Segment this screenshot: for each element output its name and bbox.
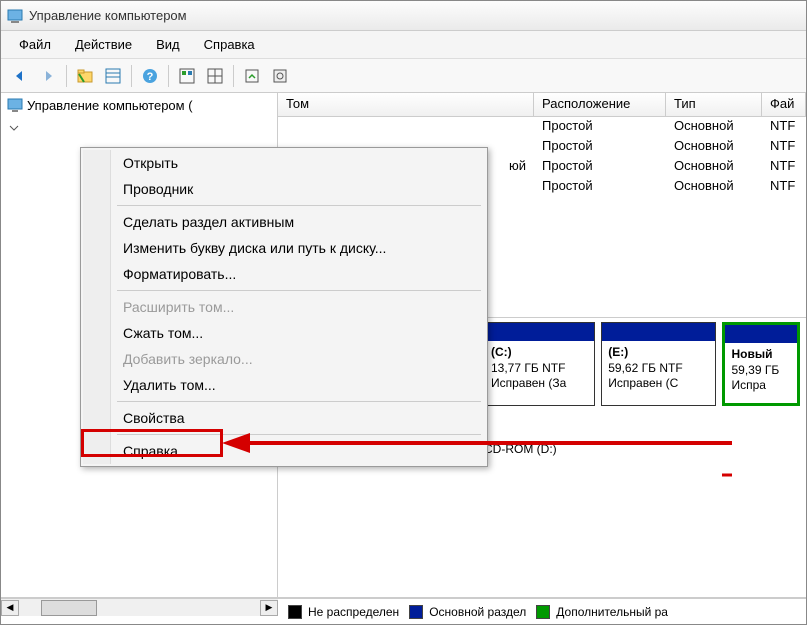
- partition-status: Исправен (С: [608, 376, 709, 392]
- scroll-right-button[interactable]: ▶: [260, 600, 278, 616]
- menu-shrink[interactable]: Сжать том...: [83, 320, 485, 346]
- legend-primary: Основной раздел: [409, 605, 526, 619]
- menu-view[interactable]: Вид: [146, 34, 190, 55]
- separator: [233, 65, 234, 87]
- col-volume[interactable]: Том: [278, 93, 534, 116]
- menu-explorer[interactable]: Проводник: [83, 176, 485, 202]
- partition-e[interactable]: (E:) 59,62 ГБ NTF Исправен (С: [601, 322, 716, 406]
- toolbar: ?: [1, 59, 806, 93]
- tree-root-node[interactable]: Управление компьютером (: [1, 93, 277, 117]
- menu-separator: [117, 401, 481, 402]
- menu-separator: [117, 205, 481, 206]
- menu-properties[interactable]: Свойства: [83, 405, 485, 431]
- help-button[interactable]: ?: [137, 63, 163, 89]
- menu-separator: [117, 434, 481, 435]
- tile-view-button[interactable]: [202, 63, 228, 89]
- forward-button[interactable]: [35, 63, 61, 89]
- computer-icon: [7, 97, 23, 113]
- titlebar[interactable]: Управление компьютером: [1, 1, 806, 31]
- partition-size: 13,77 ГБ NTF: [491, 361, 588, 377]
- legend-swatch-green: [536, 605, 550, 619]
- tree-expander[interactable]: [9, 121, 19, 131]
- separator: [66, 65, 67, 87]
- tree-horizontal-scrollbar[interactable]: ◀ ▶: [1, 598, 278, 616]
- list-item[interactable]: Простой Основной NTF: [278, 117, 806, 137]
- partition-name: (E:): [608, 345, 709, 361]
- partition-header: [485, 323, 594, 341]
- cdrom-label: CD-ROM (D:): [484, 442, 557, 456]
- volume-list-header: Том Расположение Тип Фай: [278, 93, 806, 117]
- context-menu: Открыть Проводник Сделать раздел активны…: [80, 147, 488, 467]
- list-view-button[interactable]: [100, 63, 126, 89]
- partition-size: 59,62 ГБ NTF: [608, 361, 709, 377]
- partition-name: Новый: [731, 347, 791, 363]
- legend-swatch-blue: [409, 605, 423, 619]
- col-type[interactable]: Тип: [666, 93, 762, 116]
- menu-make-active[interactable]: Сделать раздел активным: [83, 209, 485, 235]
- separator: [168, 65, 169, 87]
- col-layout[interactable]: Расположение: [534, 93, 666, 116]
- folder-button[interactable]: [72, 63, 98, 89]
- menu-action[interactable]: Действие: [65, 34, 142, 55]
- partition-new[interactable]: Новый 59,39 ГБ Испра: [722, 322, 800, 406]
- partition-name: (C:): [491, 345, 588, 361]
- svg-text:?: ?: [147, 71, 154, 83]
- properties-button[interactable]: [267, 63, 293, 89]
- partition-status: Испра: [731, 378, 791, 394]
- partition-c[interactable]: (C:) 13,77 ГБ NTF Исправен (За: [484, 322, 595, 406]
- scroll-track[interactable]: [19, 600, 260, 616]
- app-icon: [7, 8, 23, 24]
- separator: [131, 65, 132, 87]
- menu-help[interactable]: Справка: [83, 438, 485, 464]
- menu-help[interactable]: Справка: [194, 34, 265, 55]
- menu-file[interactable]: Файл: [9, 34, 61, 55]
- detail-view-button[interactable]: [174, 63, 200, 89]
- partition-status: Исправен (За: [491, 376, 588, 392]
- menubar: Файл Действие Вид Справка: [1, 31, 806, 59]
- menu-open[interactable]: Открыть: [83, 150, 485, 176]
- menu-separator: [117, 290, 481, 291]
- legend-swatch-black: [288, 605, 302, 619]
- partition-header: [725, 325, 797, 343]
- menu-delete-volume[interactable]: Удалить том...: [83, 372, 485, 398]
- col-filesystem[interactable]: Фай: [762, 93, 806, 116]
- legend-unallocated: Не распределен: [288, 605, 399, 619]
- window-title: Управление компьютером: [29, 8, 187, 23]
- menu-format[interactable]: Форматировать...: [83, 261, 485, 287]
- menu-change-letter[interactable]: Изменить букву диска или путь к диску...: [83, 235, 485, 261]
- partition-size: 59,39 ГБ: [731, 363, 791, 379]
- menu-extend: Расширить том...: [83, 294, 485, 320]
- menu-mirror: Добавить зеркало...: [83, 346, 485, 372]
- scroll-thumb[interactable]: [41, 600, 97, 616]
- refresh-button[interactable]: [239, 63, 265, 89]
- scroll-left-button[interactable]: ◀: [1, 600, 19, 616]
- back-button[interactable]: [7, 63, 33, 89]
- partition-header: [602, 323, 715, 341]
- tree-root-label: Управление компьютером (: [27, 98, 193, 113]
- legend-extended: Дополнительный ра: [536, 605, 668, 619]
- legend: Не распределен Основной раздел Дополните…: [278, 598, 806, 624]
